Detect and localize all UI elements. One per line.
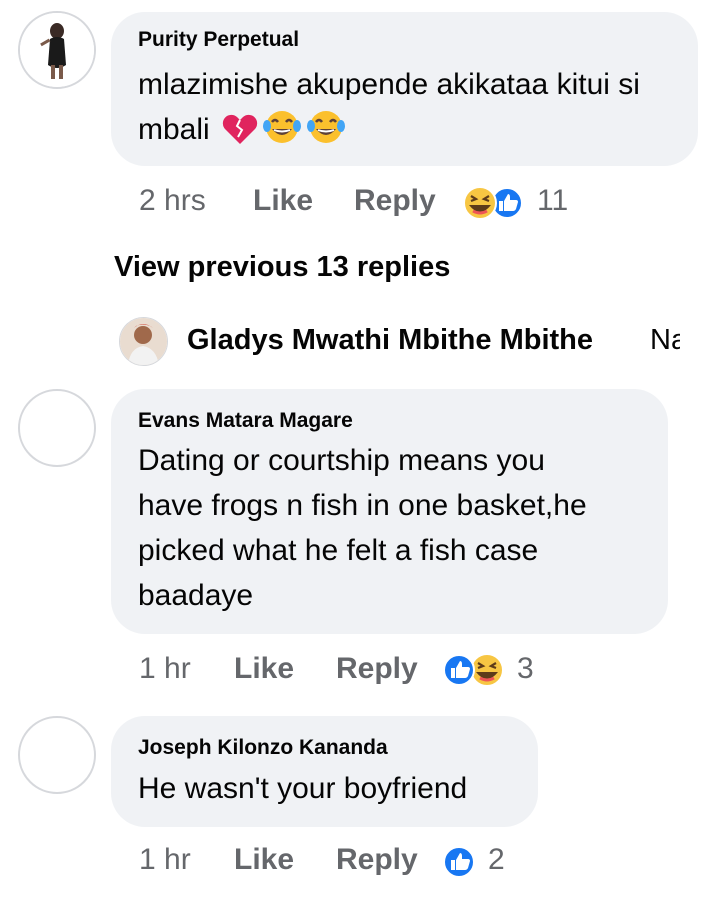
comment-text-line: baadaye [138,579,254,612]
profile-photo [20,13,94,87]
tears-of-joy-icon [262,109,302,158]
comment-author[interactable]: Evans Matara Magare [138,409,353,433]
comment-bubble[interactable]: Evans Matara Magare Dating or courtship … [111,389,668,634]
like-button[interactable]: Like [234,843,294,877]
like-button[interactable]: Like [253,184,313,218]
reaction-count[interactable]: 2 [488,843,505,877]
avatar[interactable] [18,716,96,794]
comment-text: He wasn't your boyfriend [138,766,538,811]
avatar[interactable] [18,389,96,467]
reactions[interactable] [441,843,477,879]
reply-preview-text: Na [650,324,680,356]
avatar[interactable] [18,11,96,89]
reactions[interactable] [460,184,530,220]
view-previous-replies-link[interactable]: View previous 13 replies [114,251,450,284]
comment-bubble[interactable]: Purity Perpetual mlazimishe akupende aki… [111,12,698,166]
reaction-count[interactable]: 11 [537,184,568,218]
comment-text-line: He wasn't your boyfriend [138,772,468,805]
profile-photo [120,318,167,365]
comment-text-body: mlazimishe akupende akikataa kitui si mb… [138,68,640,146]
broken-heart-icon [222,113,258,158]
comment-timestamp: 1 hr [139,843,191,876]
reply-preview-author[interactable]: Gladys Mwathi Mbithe Mbithe [187,324,593,357]
comment-text: mlazimishe akupende akikataa kitui si mb… [138,62,683,158]
reaction-count[interactable]: 3 [517,652,534,686]
comment-timestamp: 2 hrs [139,184,206,217]
comment-timestamp: 1 hr [139,652,191,685]
haha-reaction-icon [463,186,497,220]
like-button[interactable]: Like [234,652,294,686]
comment-author[interactable]: Joseph Kilonzo Kananda [138,736,388,760]
reply-button[interactable]: Reply [336,652,418,686]
comment-bubble[interactable]: Joseph Kilonzo Kananda He wasn't your bo… [111,716,538,827]
reply-button[interactable]: Reply [336,843,418,877]
haha-reaction-icon [470,653,504,687]
reply-button[interactable]: Reply [354,184,436,218]
like-reaction-icon [443,846,475,878]
tears-of-joy-icon [306,109,346,158]
like-reaction-icon [443,654,475,686]
comment-author[interactable]: Purity Perpetual [138,28,299,52]
reactions[interactable] [441,651,507,687]
comment-text-line: have frogs n fish in one basket,he [138,489,587,522]
comment-text-line: Dating or courtship means you [138,444,545,477]
comment-text: Dating or courtship means you have frogs… [138,438,663,618]
avatar[interactable] [119,317,168,366]
comment-text-line: picked what he felt a fish case [138,534,539,567]
